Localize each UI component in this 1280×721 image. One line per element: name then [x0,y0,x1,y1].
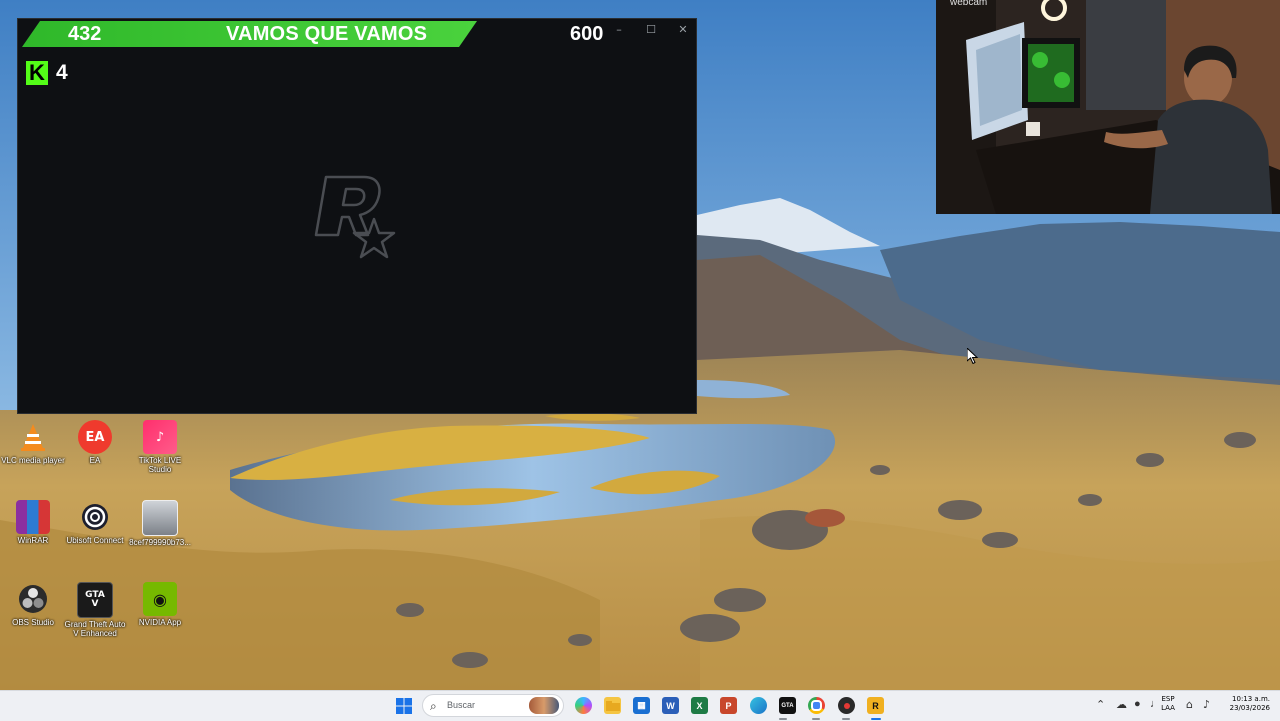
volume-icon[interactable]: ♪ [1203,698,1210,711]
desktop-icon-label: Grand Theft Auto V Enhanced [64,620,126,638]
desktop-icon-label: NVIDIA App [138,618,182,627]
game-window[interactable]: – ☐ ✕ 432 VAMOS QUE VAMOS 600 K 4 [17,18,697,414]
cloud-sync-icon[interactable]: ☁ [1116,698,1127,711]
desktop-icon-label: Ubisoft Connect [66,536,124,545]
gta-icon: GTA V [77,582,113,618]
keyboard-layout: LAA [1161,704,1175,712]
rockstar-logo [314,175,396,259]
desktop-icon-label: EA [89,456,101,465]
edge-icon[interactable] [750,697,767,714]
banner-title: VAMOS QUE VAMOS [226,23,428,45]
gta-taskbar-icon[interactable]: GTA [779,697,796,714]
desktop-icon-winrar[interactable]: WinRAR [0,500,66,545]
minimize-button[interactable]: – [612,23,626,36]
ubisoft-icon [78,500,112,534]
kick-icon: K [26,61,48,85]
rockstar-launcher-icon[interactable]: R [867,697,884,714]
clock[interactable]: 10:13 a.m. 23/03/2026 [1222,695,1270,713]
file-explorer-icon[interactable] [604,697,621,714]
network-icon[interactable]: ⌂ [1186,698,1193,711]
excel-icon[interactable]: X [691,697,708,714]
store-icon[interactable]: ▦ [633,697,650,714]
taskbar-search-box[interactable]: ⌕ Buscar [422,694,564,717]
desktop-icon-ea[interactable]: EA EA [62,420,128,465]
start-button[interactable] [396,698,412,714]
mouse-cursor-icon [967,348,979,364]
banner-goal-count: 600 [570,23,604,45]
ea-icon: EA [78,420,112,454]
powerpoint-icon[interactable]: P [720,697,737,714]
vlc-icon [16,420,50,454]
close-button[interactable]: ✕ [676,23,690,36]
desktop-icon-label: OBS Studio [12,618,54,627]
recording-app-icon[interactable] [838,697,855,714]
copilot-icon[interactable] [575,697,592,714]
desktop-icon-label: TikTok LIVE Studio [138,456,182,474]
desktop-icon-label: WinRAR [17,536,49,545]
tiktok-icon: ♪ [143,420,177,454]
desktop-icon-tiktok-live[interactable]: ♪ TikTok LIVE Studio [127,420,193,474]
taskbar: ⌕ Buscar ▦ W X P GTA R ⌃ ☁ ● ♩ ESP LAA ⌂… [0,690,1280,721]
nvidia-icon: ◉ [143,582,177,616]
webcam-feed: webcam [936,0,1280,214]
desktop-icon-label: 8cef799990b73... [129,538,191,547]
search-icon: ⌕ [430,699,437,713]
obs-icon [16,582,50,616]
clock-date: 23/03/2026 [1229,704,1270,712]
maximize-button[interactable]: ☐ [644,23,658,36]
clock-time: 10:13 a.m. [1232,695,1270,703]
kick-viewer-badge: K 4 [26,61,68,85]
window-controls: – ☐ ✕ [612,23,690,36]
desktop-icon-gta[interactable]: GTA V Grand Theft Auto V Enhanced [62,582,128,638]
desktop-icon-nvidia[interactable]: ◉ NVIDIA App [127,582,193,627]
search-highlight-art [529,697,559,714]
search-placeholder: Buscar [447,700,476,710]
desktop-icon-label: VLC media player [1,456,65,465]
desktop-icon-ubisoft[interactable]: Ubisoft Connect [62,500,128,545]
image-file-icon [142,500,178,536]
kick-viewer-count: 4 [56,61,68,84]
word-icon[interactable]: W [662,697,679,714]
winrar-icon [16,500,50,534]
language-code: ESP [1161,695,1175,703]
bluetooth-device-icon[interactable]: ● [1134,698,1141,710]
desktop-icon-vlc[interactable]: VLC media player [0,420,66,465]
chrome-icon[interactable] [808,697,825,714]
desktop-icon-obs[interactable]: OBS Studio [0,582,66,627]
webcam-label: webcam [950,0,988,8]
chevron-up-icon[interactable]: ⌃ [1096,698,1105,711]
desktop-icon-image-file[interactable]: 8cef799990b73... [127,500,193,547]
language-indicator[interactable]: ESP LAA [1158,695,1178,713]
banner-current-count: 432 [68,23,102,45]
